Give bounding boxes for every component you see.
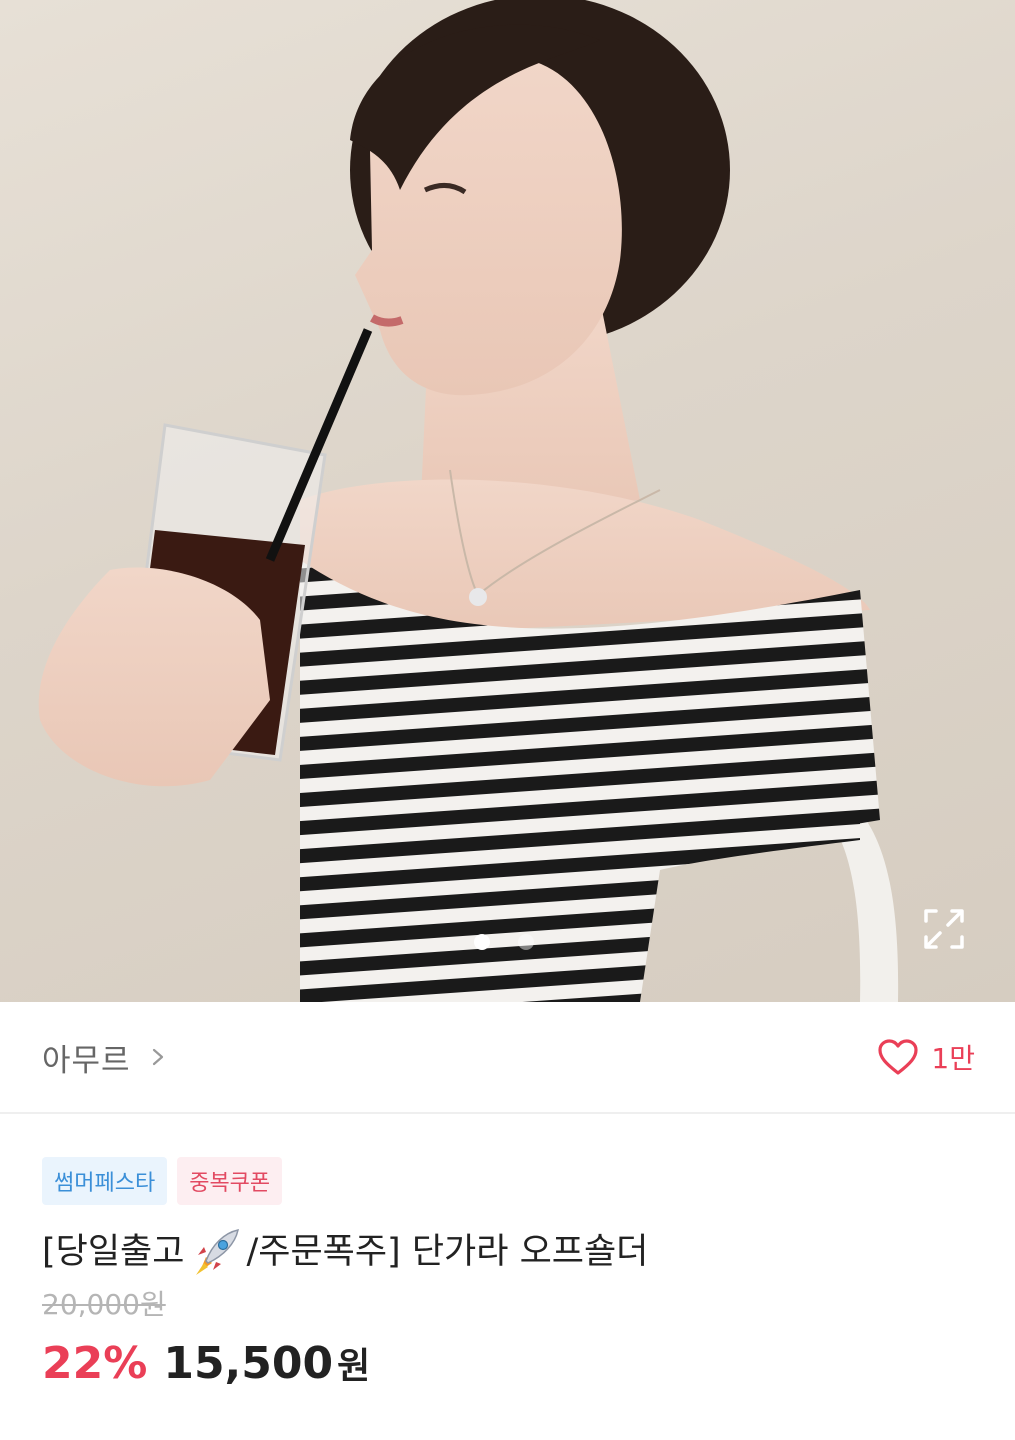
product-title-prefix: [당일출고 — [42, 1232, 185, 1272]
badge-duplicate-coupon: 중복쿠폰 — [177, 1157, 283, 1205]
discount-rate: 22% — [42, 1338, 148, 1389]
like-count: 1만 — [931, 1042, 975, 1075]
store-row: 아무르 1만 — [0, 1002, 1015, 1114]
original-price: 20,000원 — [42, 1288, 166, 1321]
rocket-icon — [196, 1229, 240, 1275]
product-title: [당일출고 /주문폭주] 단가라 오프숄더 — [42, 1227, 982, 1277]
currency-unit: 원 — [337, 1346, 371, 1387]
product-photo — [38, 0, 899, 1002]
carousel-dot-active[interactable] — [474, 934, 490, 950]
store-name[interactable]: 아무르 — [42, 1035, 131, 1080]
sale-price: 15,500 — [163, 1338, 334, 1389]
carousel-indicator — [474, 934, 534, 950]
like-button[interactable]: 1만 — [877, 1037, 975, 1077]
heart-outline-icon[interactable] — [877, 1038, 919, 1076]
product-detail-page: 아무르 1만 썸머페스타 중복쿠폰 [당일출고 /주문폭주] 단가라 오프숄더 … — [0, 0, 1015, 1440]
product-title-suffix: /주문폭주] 단가라 오프숄더 — [246, 1232, 649, 1272]
product-info: 썸머페스타 중복쿠폰 [당일출고 /주문폭주] 단가라 오프숄더 20,000원… — [42, 1157, 982, 1389]
badge-list: 썸머페스타 중복쿠폰 — [42, 1157, 982, 1205]
chevron-right-icon — [152, 1048, 163, 1066]
store-link[interactable]: 아무르 — [42, 1035, 165, 1080]
badge-summer-festa: 썸머페스타 — [42, 1157, 168, 1205]
expand-arrows-icon[interactable] — [918, 903, 970, 955]
price-row: 22% 15,500 원 — [42, 1337, 982, 1389]
carousel-dot[interactable] — [518, 934, 534, 950]
product-image-carousel[interactable] — [0, 0, 1015, 1002]
